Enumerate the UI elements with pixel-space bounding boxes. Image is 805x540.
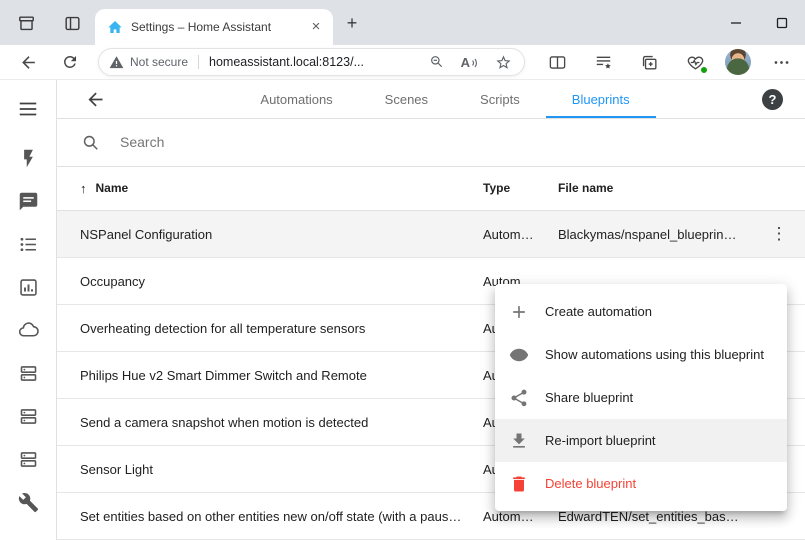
eye-icon [509, 345, 529, 365]
sidebar-item-server-1[interactable] [8, 352, 48, 395]
server-icon [18, 363, 39, 384]
window-controls [713, 0, 805, 45]
read-aloud-icon[interactable]: A [461, 55, 479, 70]
more-menu-icon[interactable] [765, 48, 797, 76]
chat-icon [18, 191, 39, 212]
search-input[interactable] [120, 134, 805, 150]
menu-item-delete-blueprint[interactable]: Delete blueprint [495, 462, 787, 505]
sidebar-item-server-2[interactable] [8, 395, 48, 438]
row-name: Sensor Light [80, 462, 483, 477]
row-name: Set entities based on other entities new… [80, 509, 483, 524]
lightning-icon [18, 148, 39, 169]
row-file: Blackymas/nspanel_blueprin… [558, 227, 767, 242]
split-screen-icon[interactable] [541, 48, 573, 76]
status-dot [700, 66, 708, 74]
browser-navbar: Not secure homeassistant.local:8123/... … [0, 45, 805, 80]
sidebar-item-tools[interactable] [8, 481, 48, 524]
menu-item-label: Show automations using this blueprint [545, 347, 764, 362]
page-back-icon[interactable] [83, 87, 107, 111]
home-assistant-favicon [107, 19, 123, 35]
menu-item-show-automations[interactable]: Show automations using this blueprint [495, 333, 787, 376]
close-tab-icon[interactable]: × [307, 18, 325, 36]
maximize-button[interactable] [759, 0, 805, 45]
address-bar[interactable]: Not secure homeassistant.local:8123/... … [98, 48, 525, 76]
blueprint-context-menu: Create automation Show automations using… [495, 284, 787, 511]
tab-blueprints[interactable]: Blueprints [546, 80, 656, 118]
menu-item-label: Share blueprint [545, 390, 633, 405]
column-header-type[interactable]: Type [483, 181, 558, 195]
browser-tab[interactable]: Settings – Home Assistant × [95, 9, 333, 45]
row-name: NSPanel Configuration [80, 227, 483, 242]
column-name-label: Name [96, 181, 129, 195]
row-type: Autom… [483, 227, 558, 242]
row-name: Overheating detection for all temperatur… [80, 321, 483, 336]
sidebar-item-chat[interactable] [8, 180, 48, 223]
sidebar-item-server-3[interactable] [8, 438, 48, 481]
collections-icon[interactable] [633, 48, 665, 76]
sort-ascending-icon: ↑ [80, 181, 87, 196]
server-icon [18, 406, 39, 427]
column-header-name[interactable]: ↑ Name [80, 181, 483, 196]
search-icon [81, 133, 100, 152]
zoom-out-icon[interactable] [429, 54, 445, 70]
cloud-icon [18, 320, 39, 341]
toolbar-buttons [541, 48, 797, 76]
minimize-button[interactable] [713, 0, 759, 45]
table-header: ↑ Name Type File name [57, 167, 805, 211]
server-icon [18, 449, 39, 470]
menu-item-create-automation[interactable]: Create automation [495, 290, 787, 333]
favorites-icon[interactable] [587, 48, 619, 76]
search-bar [57, 119, 805, 167]
column-header-file-name[interactable]: File name [558, 181, 767, 195]
address-divider [198, 55, 199, 69]
tab-automations[interactable]: Automations [234, 80, 358, 118]
row-name: Philips Hue v2 Smart Dimmer Switch and R… [80, 368, 483, 383]
not-secure-warning-icon[interactable] [109, 55, 124, 70]
menu-item-share-blueprint[interactable]: Share blueprint [495, 376, 787, 419]
vertical-tabs-icon[interactable] [62, 13, 82, 33]
sidebar-item-history[interactable] [8, 266, 48, 309]
wrench-icon [18, 492, 39, 513]
row-overflow-icon[interactable]: ⋮ [767, 222, 791, 246]
chart-icon [18, 277, 39, 298]
back-icon[interactable] [14, 48, 42, 76]
ha-page-header: Automations Scenes Scripts Blueprints ? [57, 80, 805, 119]
menu-hamburger-icon[interactable] [8, 89, 48, 129]
refresh-icon[interactable] [56, 48, 84, 76]
profile-avatar[interactable] [725, 49, 751, 75]
download-icon [509, 431, 529, 451]
not-secure-label: Not secure [130, 55, 188, 69]
browser-window: Settings – Home Assistant × + Not secure [0, 0, 805, 540]
url-text: homeassistant.local:8123/... [209, 55, 364, 69]
sidebar-item-cloud[interactable] [8, 309, 48, 352]
sidebar-item-energy[interactable] [8, 137, 48, 180]
row-name: Send a camera snapshot when motion is de… [80, 415, 483, 430]
sidebar-item-logbook[interactable] [8, 223, 48, 266]
tab-scripts[interactable]: Scripts [454, 80, 546, 118]
menu-item-label: Create automation [545, 304, 652, 319]
table-row[interactable]: NSPanel Configuration Autom… Blackymas/n… [57, 211, 805, 258]
browser-titlebar: Settings – Home Assistant × + [0, 0, 805, 45]
ha-sidebar [0, 80, 57, 540]
menu-item-label: Re-import blueprint [545, 433, 656, 448]
new-tab-button[interactable]: + [342, 13, 362, 33]
tab-title: Settings – Home Assistant [131, 20, 299, 34]
tab-scenes[interactable]: Scenes [359, 80, 454, 118]
trash-icon [509, 474, 529, 494]
list-icon [18, 234, 39, 255]
menu-item-reimport-blueprint[interactable]: Re-import blueprint [495, 419, 787, 462]
favorite-star-icon[interactable] [495, 54, 512, 71]
menu-item-label: Delete blueprint [545, 476, 636, 491]
share-icon [509, 388, 529, 408]
plus-icon [509, 302, 529, 322]
automation-nav-tabs: Automations Scenes Scripts Blueprints [85, 80, 805, 118]
row-name: Occupancy [80, 274, 483, 289]
help-icon[interactable]: ? [762, 89, 783, 110]
workspaces-icon[interactable] [16, 13, 36, 33]
